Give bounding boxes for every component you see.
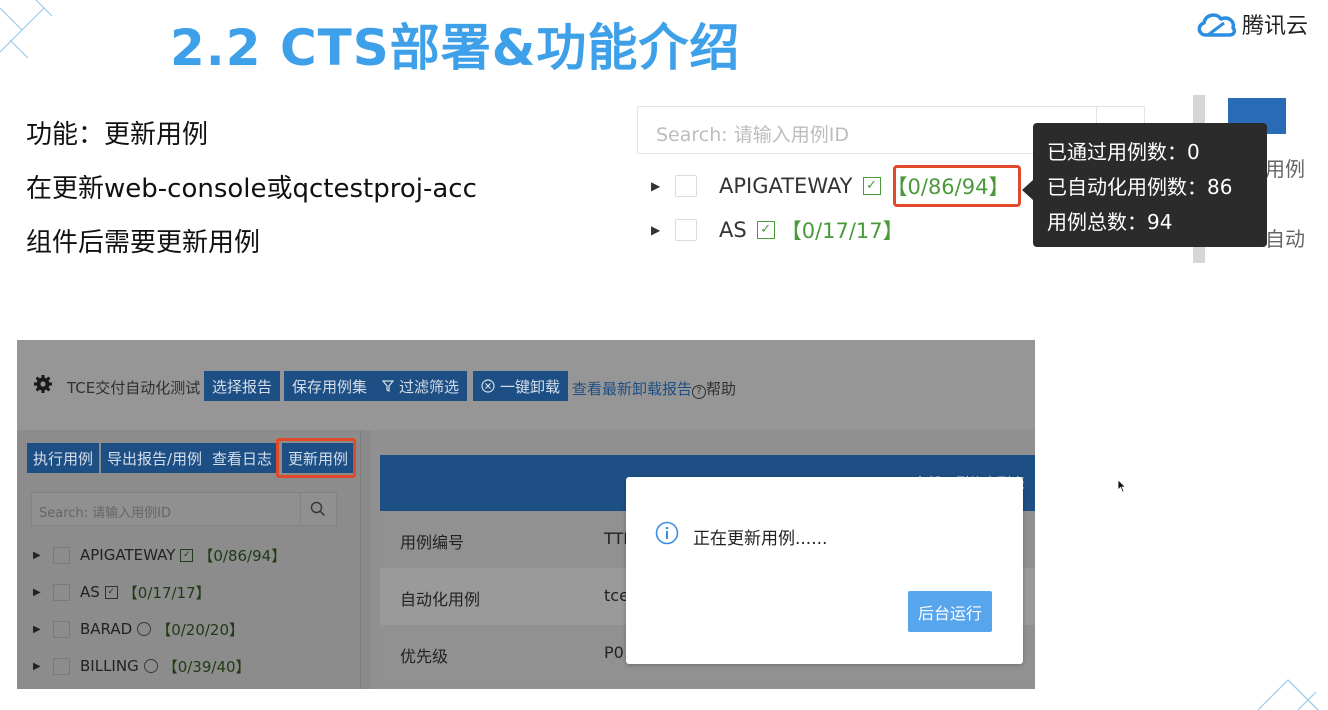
detail-value: P0 xyxy=(604,643,624,662)
save-caseset-button[interactable]: 保存用例集 xyxy=(284,371,376,401)
corner-decoration xyxy=(1257,679,1319,710)
mouse-cursor-icon xyxy=(1117,479,1127,493)
button-label: 执行用例 xyxy=(33,449,94,468)
bullet-list: 功能：更新用例 在更新web-console或qctestproj-acc 组件… xyxy=(26,108,477,270)
cloud-icon xyxy=(1197,13,1237,37)
case-tree-panel: 执行用例 导出报告/用例 查看日志 更新用例 Search: 请输入用例ID ▶… xyxy=(17,430,360,689)
row-checkbox[interactable] xyxy=(53,546,70,564)
tooltip-total: 用例总数：94 xyxy=(1047,210,1173,234)
tooltip-automated: 已自动化用例数：86 xyxy=(1047,175,1233,199)
tooltip-arrow xyxy=(1022,180,1033,200)
button-label: 查看日志 xyxy=(212,449,273,468)
export-report-button[interactable]: 导出报告/用例 xyxy=(101,443,209,473)
count-tooltip: 已通过用例数：0 已自动化用例数：86 用例总数：94 xyxy=(1033,123,1267,247)
case-count: 【0/20/20】 xyxy=(156,620,245,639)
clock-icon xyxy=(137,622,152,636)
gear-icon[interactable] xyxy=(33,374,53,394)
tree-row[interactable]: ▶ BILLING 【0/39/40】 xyxy=(33,653,251,679)
module-name: AS xyxy=(719,218,747,242)
button-label: 后台运行 xyxy=(917,603,982,623)
help-label: 帮助 xyxy=(706,380,737,398)
uninstall-icon xyxy=(481,379,495,393)
button-label: 过滤筛选 xyxy=(399,377,460,396)
cropped-text: 用例 xyxy=(1265,157,1305,181)
brand-logo: 腾讯云 xyxy=(1194,8,1308,40)
expand-caret-icon[interactable]: ▶ xyxy=(33,587,41,598)
tree-row[interactable]: ▶ BARAD 【0/20/20】 xyxy=(33,616,244,642)
button-label: 选择报告 xyxy=(212,377,273,396)
module-name: APIGATEWAY xyxy=(719,174,853,198)
check-icon: ✓ xyxy=(180,548,194,562)
case-count: 【0/39/40】 xyxy=(162,657,251,676)
case-count: 【0/17/17】 xyxy=(122,583,211,602)
case-count: 【0/17/17】 xyxy=(780,219,904,243)
check-icon: ✓ xyxy=(862,177,881,195)
modal-message: 正在更新用例...... xyxy=(693,529,828,549)
row-checkbox[interactable] xyxy=(53,583,70,601)
button-label: 一键卸载 xyxy=(500,377,561,396)
bullet-item: 在更新web-console或qctestproj-acc xyxy=(26,174,477,204)
expand-caret-icon[interactable]: ▶ xyxy=(33,624,41,635)
expand-caret-icon[interactable]: ▶ xyxy=(33,661,41,672)
updating-modal: 正在更新用例...... 后台运行 xyxy=(626,477,1023,664)
uninstall-button[interactable]: 一键卸载 xyxy=(473,371,569,401)
button-label: 导出报告/用例 xyxy=(107,449,203,468)
help-link[interactable]: ? 帮助 xyxy=(692,378,736,399)
check-icon: ✓ xyxy=(104,585,118,599)
select-report-button[interactable]: 选择报告 xyxy=(204,371,281,401)
cropped-text: 自动 xyxy=(1265,227,1305,251)
expand-caret-icon[interactable]: ▶ xyxy=(651,179,661,193)
top-toolbar: TCE交付自动化测试 / 选择报告 保存用例集 过滤筛选 一键卸载 查看最新卸载… xyxy=(17,340,1035,430)
corner-decoration xyxy=(0,0,53,59)
case-search-input[interactable]: Search: 请输入用例ID xyxy=(31,492,337,526)
module-name: APIGATEWAY xyxy=(80,546,176,564)
search-placeholder: Search: 请输入用例ID xyxy=(656,124,849,146)
search-placeholder: Search: 请输入用例ID xyxy=(39,506,172,521)
detail-label: 用例编号 xyxy=(400,533,465,552)
bullet-item: 功能：更新用例 xyxy=(26,120,209,150)
help-icon: ? xyxy=(692,385,706,399)
module-name: BILLING xyxy=(80,657,139,675)
case-count: 【0/86/94】 xyxy=(198,546,287,565)
row-checkbox[interactable] xyxy=(53,620,70,638)
module-name: BARAD xyxy=(80,620,133,638)
expand-caret-icon[interactable]: ▶ xyxy=(33,550,41,561)
button-label: 保存用例集 xyxy=(292,377,368,396)
highlight-box xyxy=(276,438,356,478)
filter-button[interactable]: 过滤筛选 xyxy=(374,371,468,401)
tooltip-passed: 已通过用例数：0 xyxy=(1047,140,1200,164)
detail-label: 自动化用例 xyxy=(400,590,481,609)
run-in-background-button[interactable]: 后台运行 xyxy=(908,591,992,632)
tree-row[interactable]: ▶ AS ✓ 【0/17/17】 xyxy=(33,579,211,605)
slide-title: 2.2 CTS部署&功能介绍 xyxy=(170,19,741,77)
row-checkbox[interactable] xyxy=(675,175,697,197)
expand-caret-icon[interactable]: ▶ xyxy=(651,223,661,237)
zoomed-tree-panel: Search: 请输入用例ID ▶ APIGATEWAY ✓ 【0/86/94】… xyxy=(637,95,1328,265)
check-icon: ✓ xyxy=(756,221,775,239)
brand-name: 腾讯云 xyxy=(1241,14,1308,39)
tree-row[interactable]: ▶ APIGATEWAY ✓ 【0/86/94】 xyxy=(33,542,286,568)
module-name: AS xyxy=(80,583,100,601)
search-icon[interactable] xyxy=(310,501,326,517)
row-checkbox[interactable] xyxy=(675,219,697,241)
slide: 2.2 CTS部署&功能介绍 腾讯云 功能：更新用例 在更新web-consol… xyxy=(0,0,1328,710)
highlight-box xyxy=(893,165,1021,207)
detail-label: 优先级 xyxy=(400,647,449,666)
filter-icon xyxy=(382,380,394,392)
info-icon xyxy=(655,521,679,545)
breadcrumb: TCE交付自动化测试 / xyxy=(67,379,211,397)
view-log-button[interactable]: 查看日志 xyxy=(206,443,279,473)
bullet-item: 组件后需要更新用例 xyxy=(26,228,261,258)
latest-report-link[interactable]: 查看最新卸载报告 xyxy=(572,378,692,399)
tree-row[interactable]: ▶ AS ✓ 【0/17/17】 xyxy=(651,213,904,247)
clock-icon xyxy=(143,659,158,673)
search-divider xyxy=(300,493,301,525)
row-checkbox[interactable] xyxy=(53,657,70,675)
run-cases-button[interactable]: 执行用例 xyxy=(27,443,100,473)
panel-splitter[interactable] xyxy=(360,430,370,689)
